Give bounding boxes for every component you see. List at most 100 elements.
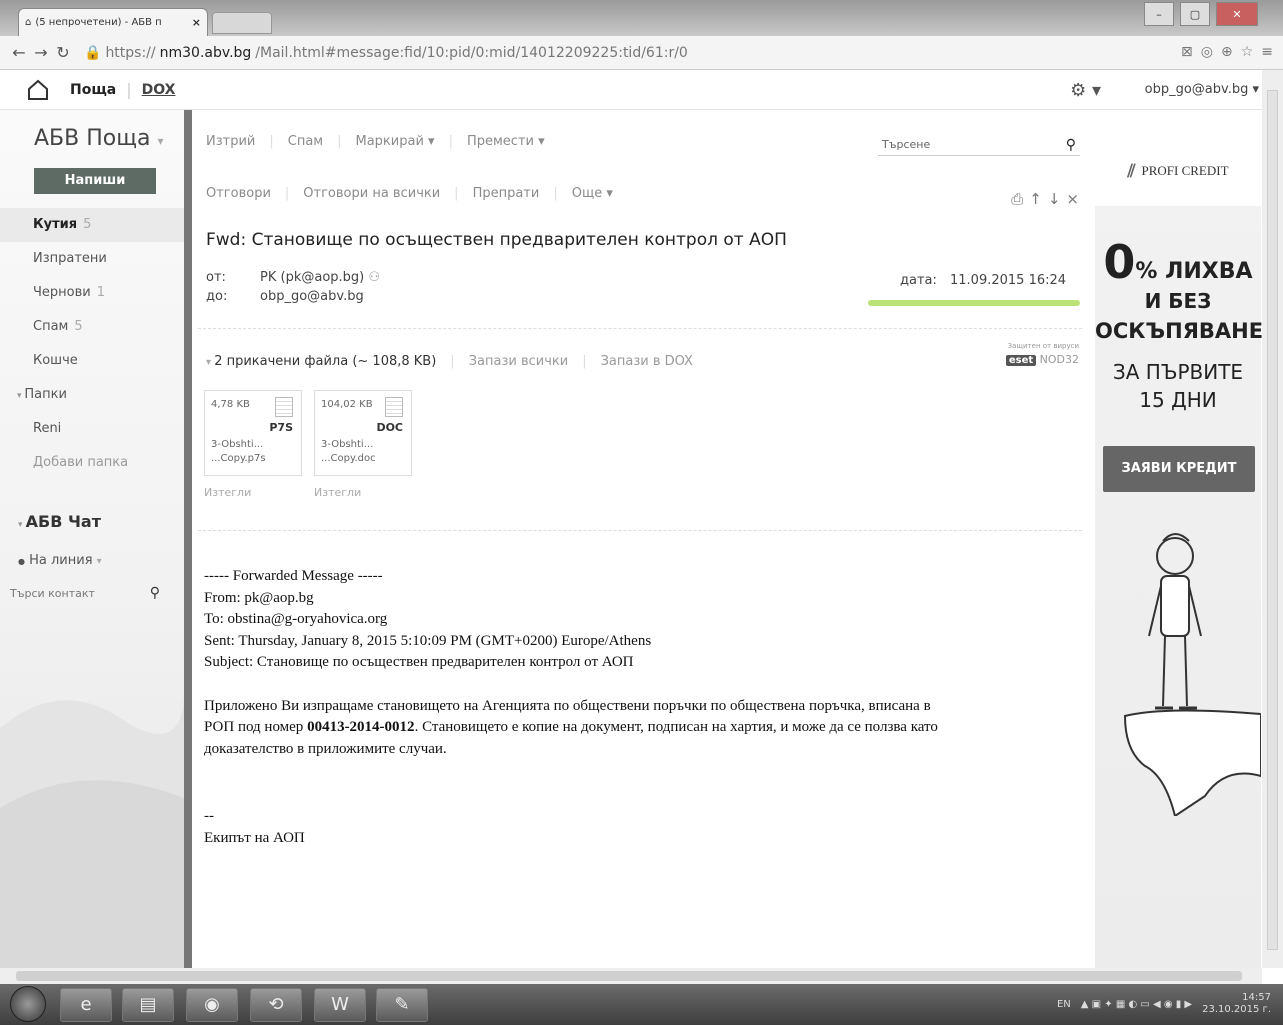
reload-icon[interactable]: ↻ bbox=[52, 43, 74, 62]
close-window-button[interactable]: ✕ bbox=[1216, 2, 1258, 26]
attachment-size: 4,78 KB bbox=[211, 399, 250, 410]
save-to-dox-link[interactable]: Запази в DOX bbox=[601, 354, 693, 369]
reply-all-button[interactable]: Отговори на всички bbox=[303, 186, 440, 201]
gear-icon[interactable]: ⚙ ▾ bbox=[1070, 80, 1101, 101]
folder-reni[interactable]: Reni bbox=[0, 412, 184, 446]
browser-tab[interactable]: ⌂ (5 непрочетени) - АБВ п × bbox=[18, 8, 208, 36]
antivirus-badge: Защитен от вируси eset NOD32 bbox=[1005, 342, 1079, 366]
search-icon[interactable]: ⚲ bbox=[150, 585, 160, 601]
attachment-card-p7s[interactable]: 4,78 KB P7S 3-Obshti... ...Copy.p7s bbox=[204, 390, 302, 476]
more-label: Още bbox=[571, 186, 603, 201]
maximize-button[interactable]: ▢ bbox=[1180, 2, 1210, 26]
back-arrow-icon[interactable]: ← bbox=[8, 43, 30, 62]
menu-icon[interactable]: ≡ bbox=[1261, 44, 1273, 60]
download-link[interactable]: Изтегли bbox=[314, 486, 361, 499]
sidebar: АБВ Поща ▾ Напиши Кутия 5 Изпратени Черно… bbox=[0, 110, 192, 968]
antivirus-label: Защитен от вируси bbox=[1007, 342, 1079, 350]
folder-inbox[interactable]: Кутия 5 bbox=[0, 208, 184, 242]
separator: | bbox=[284, 186, 290, 201]
folder-drafts[interactable]: Чернови 1 bbox=[0, 276, 184, 310]
minimize-button[interactable]: – bbox=[1144, 2, 1174, 26]
brand-slashes-icon: ⫽ bbox=[1127, 160, 1136, 181]
folder-trash[interactable]: Кошче bbox=[0, 344, 184, 378]
ad-big-number: 0 bbox=[1103, 235, 1136, 289]
mail-brand-link[interactable]: Поща bbox=[70, 82, 116, 98]
ams-app-icon[interactable]: ✎ bbox=[376, 988, 428, 1022]
mail-search-input[interactable]: Търсене ⚲ bbox=[878, 134, 1080, 156]
chat-section-title[interactable]: ▾ АБВ Чат bbox=[18, 512, 101, 531]
attachment-card-doc[interactable]: 104,02 KB DOC 3-Obshti... ...Copy.doc bbox=[314, 390, 412, 476]
clock[interactable]: 14:57 23.10.2015 г. bbox=[1202, 992, 1271, 1016]
spam-button[interactable]: Спам bbox=[288, 134, 323, 149]
tab-close-icon[interactable]: × bbox=[192, 16, 201, 29]
body-paragraph-line: доказателство в приложимите случаи. bbox=[204, 740, 447, 757]
save-all-link[interactable]: Запази всички bbox=[469, 354, 569, 369]
search-icon[interactable]: ⚲ bbox=[1066, 137, 1076, 153]
folder-label: Добави папка bbox=[33, 455, 129, 470]
chat-title-text: АБВ Чат bbox=[25, 512, 101, 531]
reply-button[interactable]: Отговори bbox=[206, 186, 271, 201]
language-indicator[interactable]: EN bbox=[1057, 999, 1071, 1010]
advertisement-banner[interactable]: ⫽ PROFI CREDIT 0% ЛИХВА И БЕЗ ОСКЪПЯВАНЕ… bbox=[1095, 136, 1263, 968]
folder-spam[interactable]: Спам 5 bbox=[0, 310, 184, 344]
sidebar-title[interactable]: АБВ Поща ▾ bbox=[34, 126, 163, 151]
ad-cta-button[interactable]: ЗАЯВИ КРЕДИТ bbox=[1103, 446, 1255, 492]
bookmark-star-icon[interactable]: ☆ bbox=[1241, 44, 1254, 60]
forward-button[interactable]: Препрати bbox=[473, 186, 540, 201]
next-arrow-icon[interactable]: ↓ bbox=[1048, 190, 1061, 208]
add-folder-link[interactable]: Добави папка bbox=[0, 446, 184, 480]
folder-count: 5 bbox=[74, 319, 83, 334]
shield-icon[interactable]: ◎ bbox=[1201, 44, 1213, 60]
new-tab-button[interactable] bbox=[212, 12, 272, 34]
ad-headline: 0% ЛИХВА И БЕЗ ОСКЪПЯВАНЕ bbox=[1095, 239, 1263, 347]
print-icon[interactable]: ⎙ bbox=[1011, 190, 1023, 208]
collapse-triangle-icon: ▾ bbox=[18, 520, 26, 530]
download-link[interactable]: Изтегли bbox=[204, 486, 251, 499]
word-icon[interactable]: W bbox=[314, 988, 366, 1022]
account-menu[interactable]: obp_go@abv.bg ▾ bbox=[1145, 82, 1259, 97]
attachments-toggle[interactable]: ▾ 2 прикачени файла (~ 108,8 KB) bbox=[206, 354, 436, 369]
address-bar[interactable]: 🔒 https://nm30.abv.bg/Mail.html#message:… bbox=[84, 45, 688, 61]
chrome-icon[interactable]: ◉ bbox=[186, 988, 238, 1022]
move-menu[interactable]: Премести ▾ bbox=[467, 134, 545, 149]
to-value[interactable]: obp_go@abv.bg bbox=[260, 289, 364, 304]
sidebar-title-text: АБВ Поща bbox=[34, 126, 151, 151]
compose-button[interactable]: Напиши bbox=[34, 168, 156, 194]
separator: | bbox=[337, 134, 342, 149]
folder-count: 1 bbox=[96, 285, 106, 300]
home-icon[interactable] bbox=[26, 78, 50, 102]
ad-subline: ЗА ПЪРВИТЕ 15 ДНИ bbox=[1095, 358, 1261, 414]
chat-status[interactable]: ● На линия ▾ bbox=[18, 553, 102, 568]
mark-menu[interactable]: Маркирай ▾ bbox=[356, 134, 435, 149]
attachment-extension: P7S bbox=[269, 421, 293, 434]
sync-app-icon[interactable]: ⟲ bbox=[250, 988, 302, 1022]
sender[interactable]: PK (pk@aop.bg) bbox=[260, 270, 364, 285]
from-label: от: bbox=[206, 270, 226, 285]
folder-group-folders[interactable]: ▾ Папки bbox=[0, 378, 184, 412]
delete-button[interactable]: Изтрий bbox=[206, 134, 255, 149]
tray-icons[interactable]: ▲ ▣ ✦ ▦ ◐ ▭ ◀ ◉ ▮ ▶ bbox=[1081, 999, 1192, 1010]
contact-icon[interactable]: ⚇ bbox=[368, 270, 380, 285]
folder-sent[interactable]: Изпратени bbox=[0, 242, 184, 276]
horizontal-scrollbar[interactable] bbox=[0, 968, 1262, 984]
internet-explorer-icon[interactable]: e bbox=[60, 988, 112, 1022]
start-button-icon[interactable] bbox=[10, 986, 46, 1022]
vertical-scrollbar[interactable] bbox=[1262, 70, 1283, 968]
dox-link[interactable]: DOX bbox=[142, 82, 176, 98]
search-placeholder: Търсене bbox=[882, 138, 931, 151]
ad-line: ЗА ПЪРВИТЕ bbox=[1112, 360, 1244, 384]
scrollbar-thumb[interactable] bbox=[1267, 90, 1278, 950]
previous-arrow-icon[interactable]: ↑ bbox=[1029, 190, 1042, 208]
zoom-icon[interactable]: ⊕ bbox=[1221, 44, 1233, 60]
forward-arrow-icon[interactable]: → bbox=[30, 43, 52, 62]
file-explorer-icon[interactable]: ▤ bbox=[122, 988, 174, 1022]
close-message-icon[interactable]: ⨯ bbox=[1066, 190, 1079, 208]
more-menu[interactable]: Още ▾ bbox=[572, 186, 613, 201]
folder-list: Кутия 5 Изпратени Чернови 1 Спам 5 Кошче ▾ … bbox=[0, 208, 184, 480]
message-view: Изтрий | Спам | Маркирай ▾ | Премести ▾ … bbox=[192, 110, 1087, 968]
extension-icon[interactable]: ⊠ bbox=[1181, 44, 1193, 60]
contact-search-input[interactable]: Търси контакт ⚲ bbox=[10, 580, 160, 606]
chat-status-text: На линия bbox=[29, 553, 93, 568]
signature: Екипът на АОП bbox=[204, 829, 305, 846]
scrollbar-thumb[interactable] bbox=[16, 971, 1242, 981]
